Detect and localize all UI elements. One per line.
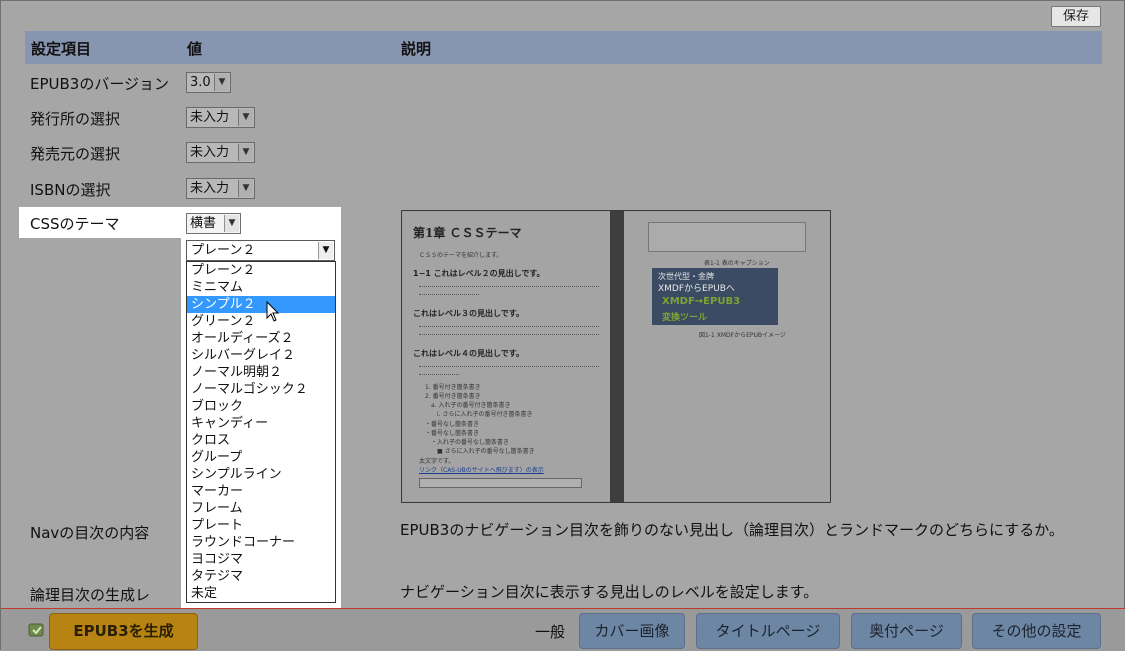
select-value: 横書 <box>190 216 217 231</box>
preview-text-line <box>419 374 459 377</box>
row-label-epub-version: EPUB3のバージョン <box>30 75 170 93</box>
preview-title: 第1章 ＣＳＳテーマ <box>413 226 522 240</box>
select-value: 未入力 <box>190 145 230 160</box>
tab-other-settings[interactable]: その他の設定 <box>972 613 1101 649</box>
theme-option[interactable]: タテジマ <box>187 568 335 585</box>
theme-option[interactable]: グループ <box>187 449 335 466</box>
distributor-select[interactable]: 未入力 ▼ <box>186 142 255 163</box>
mouse-cursor-icon <box>266 301 280 322</box>
theme-option[interactable]: クロス <box>187 432 335 449</box>
preview-table <box>648 222 806 252</box>
select-value: 3.0 <box>190 75 211 90</box>
epub-version-select[interactable]: 3.0 ▼ <box>186 72 231 93</box>
preview-spine <box>610 211 624 502</box>
preview-text-line <box>419 334 599 337</box>
preview-image-text: 変換ツール <box>662 313 708 323</box>
tab-title-page[interactable]: タイトルページ <box>696 613 840 649</box>
theme-option[interactable]: 未定 <box>187 585 335 602</box>
header-item: 設定項目 <box>31 40 92 58</box>
preview-list-item: 2. 番号付き箇条書き <box>425 393 481 400</box>
preview-left-page: 第1章 ＣＳＳテーマ ＣＳＳのテーマを紹介します。 1−1 これはレベル２の見出… <box>403 212 610 501</box>
tab-cover-image[interactable]: カバー画像 <box>579 613 685 649</box>
preview-text-line <box>419 286 599 289</box>
theme-option[interactable]: キャンディー <box>187 415 335 432</box>
preview-intro: ＣＳＳのテーマを紹介します。 <box>419 252 503 259</box>
select-value: 未入力 <box>190 181 230 196</box>
preview-list-item: ・番号なし箇条書き <box>425 430 480 437</box>
row-label-css-theme: CSSのテーマ <box>30 215 120 233</box>
header-value: 値 <box>187 40 203 58</box>
theme-option[interactable]: オールディーズ２ <box>187 330 335 347</box>
preview-image-text: XMDFからEPUBへ <box>658 284 735 294</box>
footer-toolbar: EPUB3を生成 一般 カバー画像 タイトルページ 奥付ページ その他の設定 <box>1 608 1125 651</box>
preview-image-text: XMDF→EPUB3 <box>662 296 741 307</box>
theme-option[interactable]: ヨコジマ <box>187 551 335 568</box>
preview-text-line <box>419 294 479 297</box>
generate-epub3-button[interactable]: EPUB3を生成 <box>49 613 198 650</box>
preview-heading-4: これはレベル４の見出しです。 <box>413 349 524 358</box>
save-button[interactable]: 保存 <box>1051 6 1101 27</box>
theme-option[interactable]: ラウンドコーナー <box>187 534 335 551</box>
general-tab-label[interactable]: 一般 <box>535 621 565 642</box>
epub-icon <box>28 623 44 637</box>
theme-option[interactable]: ノーマル明朝２ <box>187 364 335 381</box>
preview-heading-2: 1−1 これはレベル２の見出しです。 <box>413 269 545 278</box>
tab-colophon-page[interactable]: 奥付ページ <box>851 613 962 649</box>
select-value: 未入力 <box>190 110 230 125</box>
preview-link: リンク（CAS-UBのサイトへ飛びます）の表示 <box>419 467 544 474</box>
preview-cover-image: 次世代型・金牌 XMDFからEPUBへ XMDF→EPUB3 変換ツール <box>652 268 778 325</box>
chevron-down-icon: ▼ <box>318 242 333 259</box>
css-direction-select[interactable]: 横書 ▼ <box>186 213 241 234</box>
chevron-down-icon: ▼ <box>224 215 239 232</box>
theme-option[interactable]: グリーン２ <box>187 313 335 330</box>
theme-option[interactable]: マーカー <box>187 483 335 500</box>
theme-option-selected[interactable]: シンプル２ <box>187 296 335 313</box>
chevron-down-icon: ▼ <box>238 109 253 126</box>
toc-level-description: ナビゲーション目次に表示する見出しのレベルを設定します。 <box>400 583 819 601</box>
preview-text-line <box>419 326 599 329</box>
preview-heading-3: これはレベル３の見出しです。 <box>413 309 524 318</box>
select-value: プレーン２ <box>191 243 256 258</box>
header-description: 説明 <box>401 40 432 58</box>
preview-bold-text: 太文字です。 <box>419 458 455 465</box>
css-theme-select[interactable]: プレーン２ ▼ <box>186 240 335 261</box>
row-label-toc-level: 論理目次の生成レ <box>30 586 151 604</box>
chevron-down-icon: ▼ <box>238 144 253 161</box>
preview-list-item: ・番号なし箇条書き <box>425 421 480 428</box>
row-label-isbn: ISBNの選択 <box>30 181 111 199</box>
preview-text-line <box>419 366 599 369</box>
theme-option[interactable]: ミニマム <box>187 279 335 296</box>
preview-caption: 表1-1 表のキャプション <box>704 260 770 267</box>
css-theme-options: プレーン２ ミニマム シンプル２ グリーン２ オールディーズ２ シルバーグレイ２… <box>186 261 336 603</box>
theme-option[interactable]: ノーマルゴシック２ <box>187 381 335 398</box>
theme-option[interactable]: プレーン２ <box>187 262 335 279</box>
theme-option[interactable]: シルバーグレイ２ <box>187 347 335 364</box>
row-label-publisher: 発行所の選択 <box>30 110 121 128</box>
publisher-select[interactable]: 未入力 ▼ <box>186 107 255 128</box>
theme-option[interactable]: シンプルライン <box>187 466 335 483</box>
theme-option[interactable]: プレート <box>187 517 335 534</box>
theme-preview: 第1章 ＣＳＳテーマ ＣＳＳのテーマを紹介します。 1−1 これはレベル２の見出… <box>401 210 831 503</box>
preview-table <box>419 478 582 488</box>
row-label-nav-toc: Navの目次の内容 <box>30 524 150 542</box>
preview-right-page: 表1-1 表のキャプション 図1-1 XMDFからEPUBイメージ <box>624 212 830 501</box>
theme-option[interactable]: フレーム <box>187 500 335 517</box>
preview-list-item: i. さらに入れ子の番号付き箇条書き <box>437 411 533 418</box>
chevron-down-icon: ▼ <box>214 74 229 91</box>
table-header: 設定項目 値 説明 <box>25 31 1102 64</box>
preview-list-item: ■ さらに入れ子の番号なし箇条書き <box>437 448 535 455</box>
nav-toc-description: EPUB3のナビゲーション目次を飾りのない見出し（論理目次）とランドマークのどち… <box>400 521 1064 539</box>
isbn-select[interactable]: 未入力 ▼ <box>186 178 255 199</box>
row-label-distributor: 発売元の選択 <box>30 145 121 163</box>
preview-list-item: 1. 番号付き箇条書き <box>425 384 481 391</box>
preview-figure-caption: 図1-1 XMDFからEPUBイメージ <box>699 332 786 339</box>
chevron-down-icon: ▼ <box>238 180 253 197</box>
preview-list-item: ・入れ子の番号なし箇条書き <box>431 439 510 446</box>
theme-option[interactable]: ブロック <box>187 398 335 415</box>
preview-list-item: a. 入れ子の番号付き箇条書き <box>431 402 511 409</box>
